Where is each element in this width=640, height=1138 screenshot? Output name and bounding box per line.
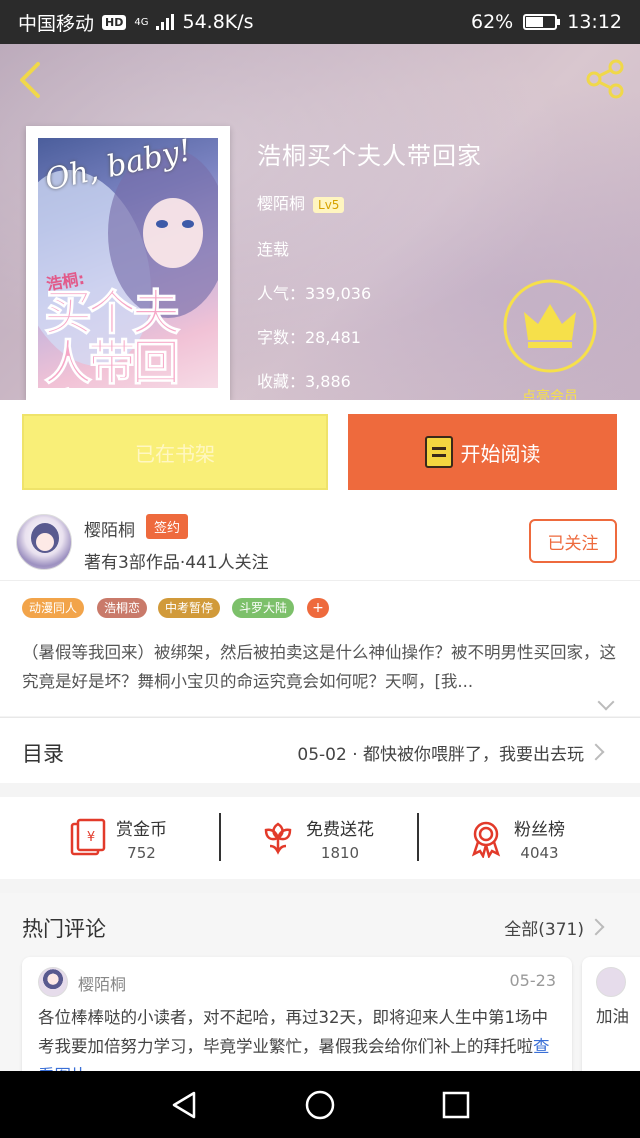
cover-title-cn: 买个夫人带回家 xyxy=(44,285,181,389)
book-icon xyxy=(424,436,453,468)
battery-percent: 62% xyxy=(471,11,514,33)
signed-badge: 签约 xyxy=(146,514,189,539)
author-meta: 著有3部作品·441人关注 xyxy=(84,553,269,573)
nav-back-icon[interactable] xyxy=(168,1089,200,1121)
stat-value: 1810 xyxy=(320,843,360,862)
chevron-right-icon xyxy=(587,743,605,761)
stat-value: 752 xyxy=(127,843,156,862)
author-row: 樱陌桐 Lv5 xyxy=(257,190,345,214)
tag-list: 动漫同人 浩桐恋 中考暂停 斗罗大陆 + xyxy=(0,580,640,624)
book-title: 浩桐买个夫人带回家 xyxy=(257,142,482,170)
book-cover[interactable]: Oh, baby! 浩桐: 买个夫人带回家 xyxy=(26,126,230,400)
level-badge: Lv5 xyxy=(313,196,345,213)
comment-avatar[interactable] xyxy=(596,967,626,997)
stat-label: 赏金币 xyxy=(116,819,167,840)
stats-row: ¥ 赏金币 752 免费送花 1810 粉丝榜 4043 xyxy=(0,797,640,879)
tag-chip[interactable]: 浩桐恋 xyxy=(97,598,148,618)
comment-avatar[interactable] xyxy=(38,967,68,997)
battery-fill xyxy=(526,17,544,27)
nav-home-icon[interactable] xyxy=(304,1089,336,1121)
divider xyxy=(219,813,221,861)
stat-label: 粉丝榜 xyxy=(514,819,565,840)
red-envelope-icon: ¥ xyxy=(70,818,106,856)
all-comments-link[interactable]: 全部(371) xyxy=(504,915,584,940)
flower-icon xyxy=(264,822,292,855)
fan-ranking-button[interactable]: 粉丝榜 4043 xyxy=(466,797,565,879)
share-icon[interactable] xyxy=(584,58,626,100)
system-nav-bar xyxy=(0,1071,640,1138)
vip-label[interactable]: 点亮会员 xyxy=(502,386,598,400)
comments-label: 热门评论 xyxy=(22,917,106,941)
comment-text: 加油 xyxy=(596,1007,629,1026)
more-tags-button[interactable]: + xyxy=(307,598,329,618)
author-avatar[interactable] xyxy=(16,514,72,570)
medal-icon xyxy=(471,821,501,858)
book-header: Oh, baby! 浩桐: 买个夫人带回家 浩桐买个夫人带回家 樱陌桐 Lv5 连… xyxy=(0,44,640,400)
book-status: 连载 xyxy=(257,240,290,259)
chevron-right-icon xyxy=(587,918,605,936)
catalog-row[interactable]: 目录 05-02 · 都快被你喂胖了，我要出去玩 xyxy=(0,717,640,783)
network-speed: 54.8K/s xyxy=(182,11,254,33)
comment-date: 05-23 xyxy=(509,971,557,990)
carrier-label: 中国移动 xyxy=(18,12,95,35)
book-word-count: 字数：28,481 xyxy=(257,328,361,347)
stat-label: 免费送花 xyxy=(306,819,374,840)
book-author[interactable]: 樱陌桐 xyxy=(257,194,305,213)
send-flower-button[interactable]: 免费送花 1810 xyxy=(258,797,374,879)
action-bar: 已在书架 开始阅读 xyxy=(0,400,640,502)
hot-comments-section: 热门评论 全部(371) 樱陌桐 05-23 各位棒棒哒的小读者，对不起哈，再过… xyxy=(0,893,640,1107)
hd-badge: HD xyxy=(102,14,127,30)
book-popularity: 人气：339,036 xyxy=(257,284,372,303)
signal-icon xyxy=(156,14,175,30)
description-text: （暑假等我回来）被绑架，然后被拍卖这是什么神仙操作？被不明男性买回家，这究竟是好… xyxy=(22,643,616,691)
expand-chevron-icon[interactable] xyxy=(597,693,615,711)
book-info: 浩桐买个夫人带回家 樱陌桐 Lv5 连载 人气：339,036 字数：28,481… xyxy=(257,136,482,391)
status-bar: 中国移动 HD 4G 54.8K/s 62% 13:12 xyxy=(0,0,640,44)
book-description[interactable]: （暑假等我回来）被绑架，然后被拍卖这是什么神仙操作？被不明男性买回家，这究竟是好… xyxy=(0,624,640,716)
catalog-label: 目录 xyxy=(22,742,64,766)
comments-header: 热门评论 全部(371) xyxy=(0,893,640,957)
back-arrow-icon[interactable] xyxy=(14,60,44,100)
book-favorites: 收藏：3,886 xyxy=(257,372,351,391)
comment-body: 各位棒棒哒的小读者，对不起哈，再过32天，即将迎来人生中第1场中考我要加倍努力学… xyxy=(38,1008,548,1056)
battery-icon xyxy=(523,14,561,30)
author-section: 樱陌桐 签约 著有3部作品·441人关注 已关注 xyxy=(0,502,640,580)
tag-chip[interactable]: 动漫同人 xyxy=(22,598,85,618)
comment-user[interactable]: 樱陌桐 xyxy=(78,971,126,995)
start-reading-button[interactable]: 开始阅读 xyxy=(348,414,617,490)
svg-text:¥: ¥ xyxy=(87,830,95,845)
latest-chapter[interactable]: 05-02 · 都快被你喂胖了，我要出去玩 xyxy=(297,740,584,765)
network-label: 4G xyxy=(134,16,149,28)
tag-chip[interactable]: 中考暂停 xyxy=(158,598,221,618)
clock: 13:12 xyxy=(567,11,622,33)
followed-button[interactable]: 已关注 xyxy=(529,519,617,563)
start-reading-label: 开始阅读 xyxy=(460,441,541,466)
divider xyxy=(417,813,419,861)
cover-illustration: Oh, baby! 浩桐: 买个夫人带回家 xyxy=(38,138,218,388)
reward-coins-button[interactable]: ¥ 赏金币 752 xyxy=(68,797,167,879)
in-shelf-button[interactable]: 已在书架 xyxy=(22,414,328,490)
author-name[interactable]: 樱陌桐 xyxy=(84,516,135,541)
vip-crown-icon[interactable] xyxy=(502,278,598,374)
stat-value: 4043 xyxy=(520,843,559,862)
nav-recents-icon[interactable] xyxy=(440,1089,472,1121)
tag-chip[interactable]: 斗罗大陆 xyxy=(232,598,295,618)
